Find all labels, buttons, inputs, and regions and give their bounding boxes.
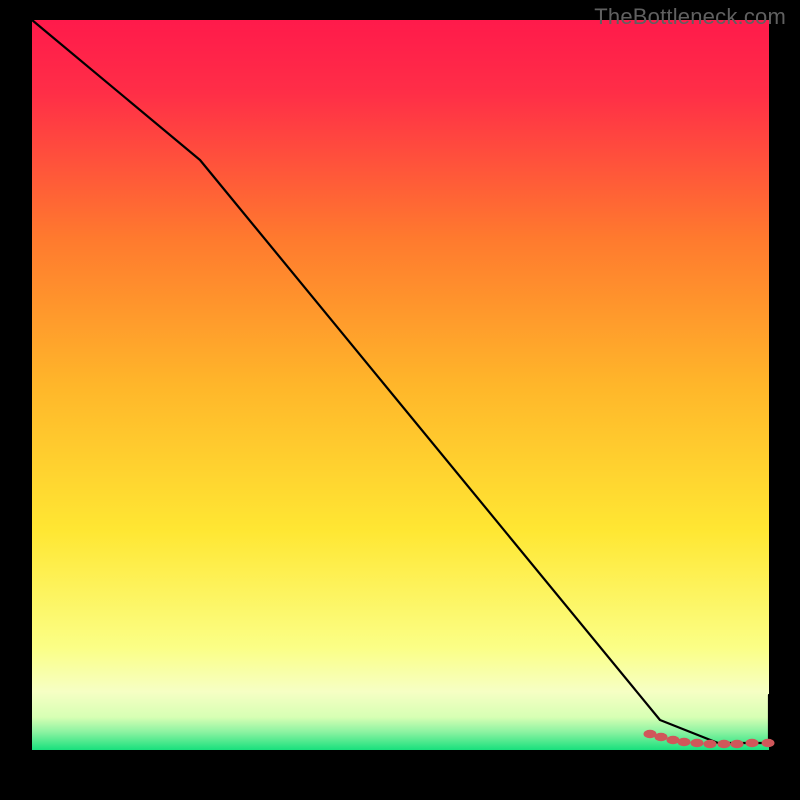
valley-marker [718, 740, 731, 748]
valley-marker [704, 740, 717, 748]
valley-marker [762, 739, 775, 747]
plot-area [32, 20, 769, 750]
valley-marker [731, 740, 744, 748]
watermark-text: TheBottleneck.com [594, 4, 786, 30]
valley-marker [746, 739, 759, 747]
valley-marker [667, 736, 680, 744]
valley-marker [691, 739, 704, 747]
chart-stage: { "watermark": "TheBottleneck.com", "col… [0, 0, 800, 800]
valley-marker [678, 738, 691, 746]
valley-marker [655, 733, 668, 741]
chart-svg [0, 0, 800, 800]
